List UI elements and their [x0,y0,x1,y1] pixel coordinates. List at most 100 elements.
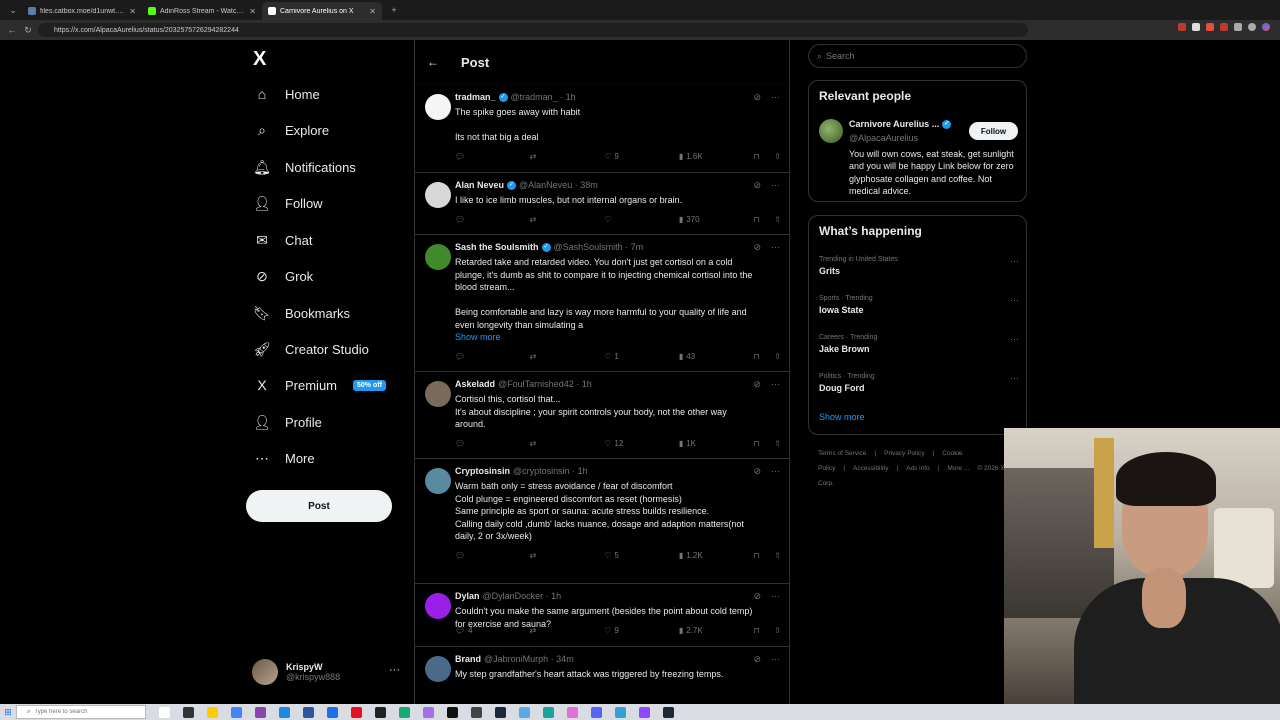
reply-tweet[interactable]: Brand @JabroniMurph · 34m ⊘ ··· My step gran… [415,648,789,704]
sidebar-item-creator-studio[interactable]: 🚀︎ Creator Studio [253,340,369,358]
bookmark-button[interactable]: ⊓ [753,551,759,560]
more-dots-icon[interactable]: ··· [771,379,780,390]
author-name[interactable]: Dylan [455,591,480,601]
views-button[interactable]: ▮ 1.6K [679,152,739,161]
footer-link[interactable]: Ads info [906,465,930,472]
browser-tab[interactable]: files.catbox.moe/d1unwt.mp4 ✕ [22,2,142,20]
footer-link[interactable]: More ... [947,465,969,472]
retweet-button[interactable]: ⇄ [530,215,590,224]
more-dots-icon[interactable]: ··· [771,654,780,665]
footer-link[interactable]: Privacy Policy [884,450,924,457]
taskbar-app-icon[interactable] [183,706,194,718]
trend-item[interactable]: Sports · Trending Iowa State ··· [819,295,1019,315]
bookmark-button[interactable]: ⊓ [753,152,759,161]
reply-tweet[interactable]: Dylan @DylanDocker · 1h ⊘ ··· Couldn't you m… [415,585,789,647]
sidebar-item-explore[interactable]: ⌕ Explore [253,121,329,139]
grok-icon[interactable]: ⊘ [753,180,761,191]
retweet-button[interactable]: ⇄ [530,626,590,635]
reply-tweet[interactable]: Sash the Soulsmith ✓ @SashSoulsmith · 7m ⊘ ·… [415,236,789,372]
close-tab-icon[interactable]: ✕ [249,7,256,16]
avatar[interactable] [425,244,451,270]
reply-button[interactable]: 💬︎ [455,551,515,560]
taskbar-app-icon[interactable] [303,706,314,718]
avatar[interactable] [425,593,451,619]
trend-item[interactable]: Careers · Trending Jake Brown ··· [819,334,1019,354]
taskbar-app-icon[interactable] [351,706,362,718]
more-dots-icon[interactable]: ··· [771,466,780,477]
extension-icon[interactable] [1178,23,1186,31]
tab-list-icon[interactable]: ⌄ [4,4,22,16]
avatar[interactable] [425,656,451,682]
like-button[interactable]: ♡ 9 [604,152,664,161]
taskbar-search[interactable]: ⌕ [16,705,146,719]
close-tab-icon[interactable]: ✕ [369,7,376,16]
taskbar-app-icon[interactable] [327,706,338,718]
views-button[interactable]: ▮ 43 [679,352,739,361]
sidebar-item-home[interactable]: ⌂ Home [253,85,320,103]
share-button[interactable]: ⇧ [774,439,781,448]
author-name[interactable]: Sash the Soulsmith [455,242,539,252]
retweet-button[interactable]: ⇄ [530,352,590,361]
reply-button[interactable]: 💬︎ [455,439,515,448]
retweet-button[interactable]: ⇄ [530,439,590,448]
reply-tweet[interactable]: Cryptosinsin @cryptosinsin · 1h ⊘ ··· Warm b… [415,460,789,584]
retweet-button[interactable]: ⇄ [530,551,590,560]
author-name[interactable]: Cryptosinsin [455,466,510,476]
taskbar-app-icon[interactable] [495,706,506,718]
taskbar-app-icon[interactable] [375,706,386,718]
sidebar-item-notifications[interactable]: 🔔︎ Notifications [253,158,356,176]
grok-icon[interactable]: ⊘ [753,242,761,253]
like-button[interactable]: ♡ [604,215,664,224]
reload-icon[interactable]: ↻ [22,24,34,36]
bookmark-button[interactable]: ⊓ [753,626,759,635]
avatar[interactable] [425,182,451,208]
reply-tweet[interactable]: Alan Neveu ✓ @AlanNeveu · 38m ⊘ ··· I like to… [415,174,789,235]
sidebar-item-profile[interactable]: 👤︎ Profile [253,413,322,431]
taskbar-app-icon[interactable] [663,706,674,718]
taskbar-app-icon[interactable] [471,706,482,718]
bookmark-button[interactable]: ⊓ [753,215,759,224]
retweet-button[interactable]: ⇄ [530,152,590,161]
more-dots-icon[interactable]: ··· [1010,334,1019,344]
share-button[interactable]: ⇧ [774,551,781,560]
more-dots-icon[interactable]: ··· [771,180,780,191]
like-button[interactable]: ♡ 9 [604,626,664,635]
bookmark-button[interactable]: ⊓ [753,352,759,361]
sidebar-item-bookmarks[interactable]: 🔖︎ Bookmarks [253,304,350,322]
more-dots-icon[interactable]: ··· [1010,295,1019,305]
taskbar-app-icon[interactable] [543,706,554,718]
show-more-trends-link[interactable]: Show more [819,412,865,422]
author-name[interactable]: Askeladd [455,379,495,389]
profile-avatar-icon[interactable] [1248,23,1256,31]
search-input[interactable] [826,51,1007,61]
share-button[interactable]: ⇧ [774,152,781,161]
sidebar-item-more[interactable]: ⋯ More [253,449,315,467]
grok-icon[interactable]: ⊘ [753,591,761,602]
taskbar-app-icon[interactable] [159,706,170,718]
trend-item[interactable]: Trending in United States Grits ··· [819,256,1019,276]
extension-icon[interactable] [1192,23,1200,31]
taskbar-app-icon[interactable] [207,706,218,718]
taskbar-app-icon[interactable] [231,706,242,718]
reply-button[interactable]: 💬︎ [455,352,515,361]
sidebar-item-premium[interactable]: X Premium 50% off [253,376,386,394]
grok-icon[interactable]: ⊘ [753,654,761,665]
more-dots-icon[interactable]: ··· [771,242,780,253]
taskbar-search-input[interactable] [34,709,135,715]
relevant-person-name[interactable]: Carnivore Aurelius ... ✓ [849,119,952,129]
share-button[interactable]: ⇧ [774,215,781,224]
extension-icon[interactable] [1234,23,1242,31]
taskbar-app-icon[interactable] [591,706,602,718]
taskbar-app-icon[interactable] [567,706,578,718]
follow-button[interactable]: Follow [969,122,1018,140]
show-more-link[interactable]: Show more [455,331,781,344]
new-tab-icon[interactable]: + [388,4,400,16]
back-nav-icon[interactable]: ← [6,24,18,36]
taskbar-app-icon[interactable] [255,706,266,718]
avatar[interactable] [425,468,451,494]
more-dots-icon[interactable]: ··· [389,664,400,676]
like-button[interactable]: ♡ 1 [604,352,664,361]
views-button[interactable]: ▮ 1K [679,439,739,448]
more-dots-icon[interactable]: ··· [1010,256,1019,266]
more-dots-icon[interactable]: ··· [771,92,780,103]
